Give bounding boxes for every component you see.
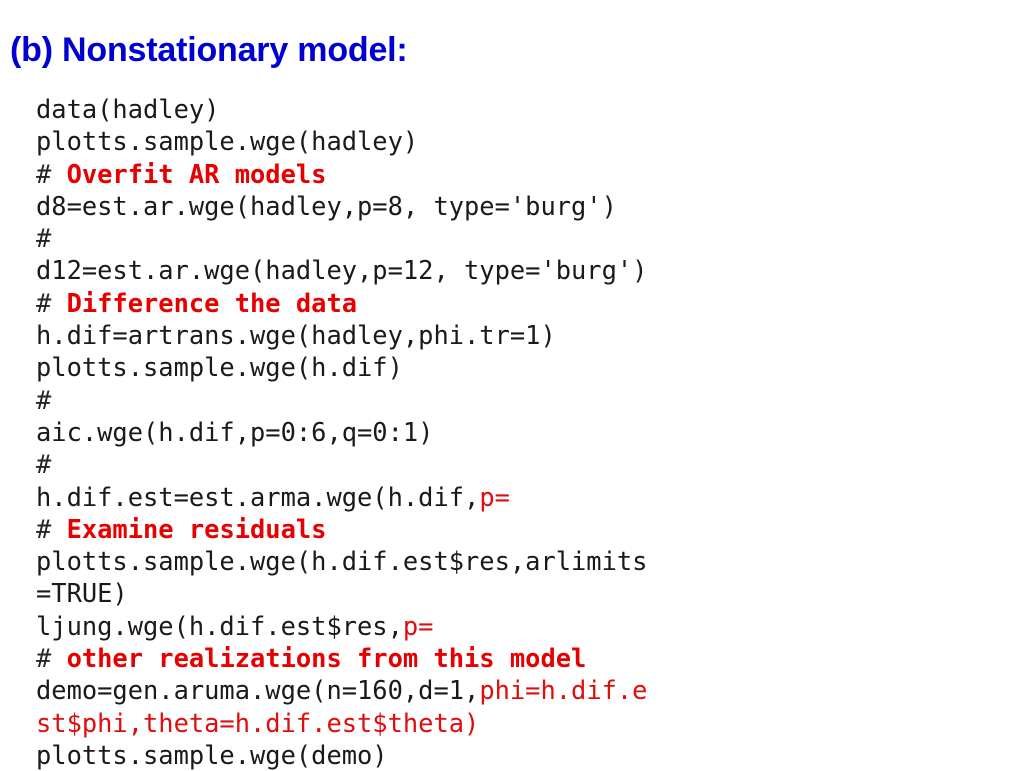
code-line: demo=gen.aruma.wge(n=160,d=1,phi=h.dif.e — [36, 674, 996, 706]
code-segment: # — [36, 223, 52, 254]
code-segment: # — [36, 158, 67, 189]
code-line: h.dif.est=est.arma.wge(h.dif,p= — [36, 481, 996, 513]
code-line: ljung.wge(h.dif.est$res,p= — [36, 610, 996, 642]
code-segment: aic.wge(h.dif,p=0:6,q=0:1) — [36, 416, 434, 447]
code-line: # — [36, 384, 996, 416]
code-line: aic.wge(h.dif,p=0:6,q=0:1) — [36, 416, 996, 448]
code-segment: # — [36, 287, 67, 318]
code-segment: ljung.wge(h.dif.est$res, — [36, 610, 403, 641]
code-line: =TRUE) — [36, 577, 996, 609]
code-line: plotts.sample.wge(h.dif) — [36, 351, 996, 383]
slide-canvas: (b) Nonstationary model: data(hadley) plo… — [0, 0, 1024, 771]
code-segment: Overfit AR models — [66, 158, 327, 189]
code-line: h.dif=artrans.wge(hadley,phi.tr=1) — [36, 319, 996, 351]
code-segment: Difference the data — [66, 287, 358, 318]
code-line: plotts.sample.wge(demo) — [36, 739, 996, 771]
code-segment: =TRUE) — [36, 578, 128, 609]
code-segment: d8=est.ar.wge(hadley,p=8, type='burg') — [36, 190, 617, 221]
code-segment: d12=est.ar.wge(hadley,p=12, type='burg') — [36, 255, 648, 286]
code-segment: phi=h.dif.e — [479, 675, 648, 706]
code-segment: h.dif.est=est.arma.wge(h.dif, — [36, 481, 480, 512]
code-segment: p= — [479, 481, 510, 512]
code-line: # other realizations from this model — [36, 642, 996, 674]
code-line: d8=est.ar.wge(hadley,p=8, type='burg') — [36, 190, 996, 222]
code-line: d12=est.ar.wge(hadley,p=12, type='burg') — [36, 254, 996, 286]
code-segment: h.dif=artrans.wge(hadley,phi.tr=1) — [36, 320, 556, 351]
code-segment: plotts.sample.wge(h.dif.est$res,arlimits — [36, 546, 648, 577]
code-line: plotts.sample.wge(hadley) — [36, 125, 996, 157]
code-segment: # — [36, 449, 52, 480]
code-line: # Difference the data — [36, 287, 996, 319]
code-segment: # — [36, 643, 67, 674]
code-segment: plotts.sample.wge(h.dif) — [36, 352, 403, 383]
code-line: st$phi,theta=h.dif.est$theta) — [36, 707, 996, 739]
code-segment: # — [36, 384, 52, 415]
code-line: # — [36, 448, 996, 480]
code-segment: other realizations from this model — [66, 643, 587, 674]
code-segment: # — [36, 513, 67, 544]
code-segment: st$phi,theta=h.dif.est$theta) — [36, 707, 480, 738]
code-line: # — [36, 222, 996, 254]
code-segment: data(hadley) — [36, 94, 220, 124]
code-segment: demo=gen.aruma.wge(n=160,d=1, — [36, 675, 480, 706]
code-segment: plotts.sample.wge(demo) — [36, 739, 388, 770]
page-title: (b) Nonstationary model: — [10, 31, 408, 69]
code-block: data(hadley) plotts.sample.wge(hadley) # O… — [36, 93, 996, 771]
code-line: plotts.sample.wge(h.dif.est$res,arlimits — [36, 545, 996, 577]
code-line: # Examine residuals — [36, 513, 996, 545]
code-line: # Overfit AR models — [36, 158, 996, 190]
code-line: data(hadley) — [36, 93, 996, 125]
code-segment: Examine residuals — [66, 513, 327, 544]
code-segment: p= — [402, 610, 434, 641]
code-segment: plotts.sample.wge(hadley) — [36, 126, 419, 157]
